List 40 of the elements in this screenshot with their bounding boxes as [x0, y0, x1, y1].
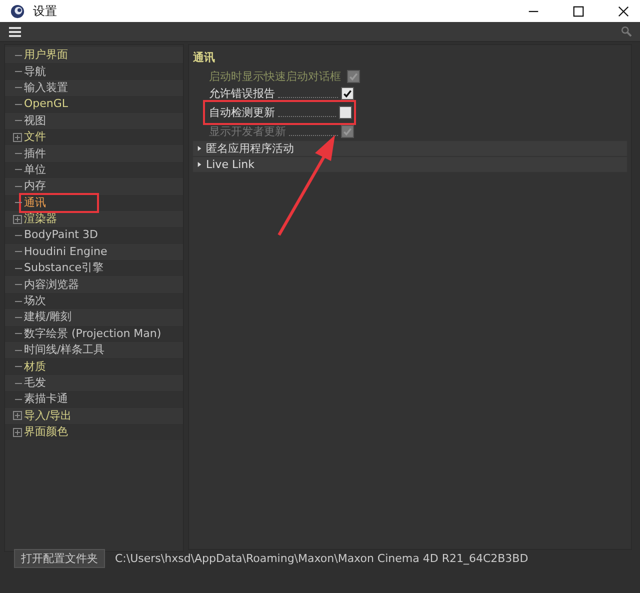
window-title: 设置: [33, 2, 57, 20]
collapsible-section[interactable]: Live Link: [193, 157, 627, 172]
sidebar-item[interactable]: 内存: [22, 179, 48, 194]
sidebar-item[interactable]: Substance引擎: [22, 261, 106, 276]
checkbox[interactable]: [339, 106, 352, 119]
option-label: 显示开发者更新: [209, 124, 286, 139]
expand-icon[interactable]: [13, 428, 22, 437]
sidebar-item[interactable]: 场次: [22, 294, 48, 308]
sidebar-item[interactable]: 毛发: [22, 376, 48, 390]
checkbox[interactable]: [341, 87, 354, 100]
sidebar-item[interactable]: OpenGL: [22, 97, 70, 112]
section-heading: 通讯: [193, 50, 216, 65]
sidebar-item[interactable]: 通讯: [22, 196, 96, 210]
option-label: 启动时显示快速启动对话框: [209, 69, 341, 84]
collapsed-triangle-icon: [197, 145, 202, 152]
sidebar-item[interactable]: BodyPaint 3D: [22, 228, 100, 242]
expand-icon[interactable]: [13, 132, 22, 142]
collapsed-triangle-icon: [197, 161, 202, 168]
close-icon[interactable]: [617, 4, 630, 18]
open-folder-button[interactable]: 打开配置文件夹: [14, 548, 105, 568]
sidebar-item[interactable]: 界面颜色: [22, 425, 70, 440]
sidebar-item[interactable]: 导航: [22, 64, 48, 79]
sidebar-item[interactable]: 单位: [22, 162, 48, 177]
app-logo-icon: [10, 4, 25, 18]
sidebar-item[interactable]: 视图: [22, 114, 48, 128]
expand-icon[interactable]: [13, 214, 22, 224]
option-label: 允许错误报告: [209, 86, 275, 101]
search-icon[interactable]: [621, 26, 632, 37]
sidebar-item[interactable]: 数字绘景 (Projection Man): [22, 326, 164, 341]
collapsible-section[interactable]: 匿名应用程序活动: [193, 141, 627, 156]
sidebar-item[interactable]: 素描卡通: [22, 392, 70, 406]
sidebar-item[interactable]: 插件: [22, 146, 48, 161]
menu-icon[interactable]: [8, 26, 22, 38]
sidebar-item[interactable]: 材质: [22, 360, 48, 374]
maximize-icon[interactable]: [572, 4, 585, 18]
sidebar-item[interactable]: 文件: [22, 130, 48, 144]
sidebar-item[interactable]: 渲染器: [22, 212, 59, 226]
folder-path: C:\Users\hxsd\AppData\Roaming\Maxon\Maxon Cinema 4D R21_64C2B3BD: [115, 552, 528, 564]
option-label: 自动检测更新: [209, 105, 275, 120]
expand-icon[interactable]: [13, 411, 22, 420]
